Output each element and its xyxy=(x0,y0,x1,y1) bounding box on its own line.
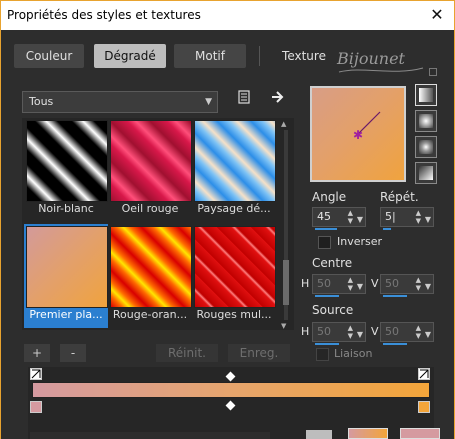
category-dropdown[interactable]: Tous ▼ xyxy=(22,91,218,113)
add-gradient-button[interactable]: + xyxy=(24,344,50,362)
source-h-field[interactable]: 50 ▲ ▼ ▼ xyxy=(312,322,366,345)
gradient-swatch xyxy=(26,226,108,308)
link-checkbox[interactable] xyxy=(316,348,329,361)
invert-checkbox[interactable] xyxy=(318,236,331,249)
svg-text:Bijounet: Bijounet xyxy=(336,49,406,68)
invert-label: Inverser xyxy=(337,235,383,248)
signature-watermark: Bijounet xyxy=(333,40,429,80)
rectangular-style-button[interactable] xyxy=(415,110,437,132)
gradient-swatch xyxy=(194,226,276,308)
chevron-down-icon[interactable]: ▼ xyxy=(425,278,431,296)
center-v-label: V xyxy=(371,277,379,290)
gradient-label: Paysage dé... xyxy=(197,202,271,215)
angle-label: Angle xyxy=(312,190,347,204)
source-label: Source xyxy=(312,303,354,317)
gradient-item[interactable]: Noir-blanc xyxy=(24,120,108,224)
opacity-stop-right[interactable] xyxy=(418,368,430,380)
spin-arrows-icon[interactable]: ▲ ▼ xyxy=(348,209,353,225)
gradient-item[interactable]: Paysage dé... xyxy=(192,120,276,224)
gradient-label: Rouge-oran... xyxy=(112,308,188,321)
source-v-field[interactable]: 50 ▲ ▼ ▼ xyxy=(380,322,434,345)
gradient-swatch xyxy=(194,120,276,202)
gradient-label: Rouges mul... xyxy=(196,308,272,321)
center-label: Centre xyxy=(312,256,353,270)
category-value: Tous xyxy=(29,95,54,108)
signature-small-box xyxy=(429,68,437,76)
tab-texture[interactable]: Texture xyxy=(272,44,336,68)
gallery-scrollbar[interactable]: ▲ ▼ xyxy=(281,120,291,330)
repeat-field[interactable]: 5| ▲ ▼ ▼ xyxy=(380,207,434,230)
gradient-swatch xyxy=(110,120,192,202)
spin-arrows-icon[interactable]: ▲ ▼ xyxy=(348,324,353,340)
source-v-slider[interactable] xyxy=(383,343,407,345)
swap-swatch[interactable] xyxy=(306,430,332,439)
chevron-down-icon[interactable]: ▼ xyxy=(425,211,431,229)
gradient-preview[interactable]: ✱ xyxy=(310,86,406,182)
gradient-item[interactable]: Rouge-oran... xyxy=(108,224,192,328)
bottom-controls-partial xyxy=(30,432,270,439)
remove-gradient-button[interactable]: - xyxy=(60,344,86,362)
gradient-item-selected[interactable]: Premier pla... xyxy=(24,224,108,328)
opacity-stop-left[interactable] xyxy=(30,368,42,380)
sunburst-style-button[interactable] xyxy=(415,136,437,158)
gradient-bar[interactable] xyxy=(32,382,430,398)
gradient-item[interactable]: Oeil rouge xyxy=(108,120,192,224)
chevron-down-icon[interactable]: ▼ xyxy=(425,326,431,344)
tab-divider xyxy=(259,46,260,66)
svg-text:✱: ✱ xyxy=(353,128,363,142)
scroll-down-icon[interactable]: ▼ xyxy=(281,322,286,330)
source-h-value: 50 xyxy=(317,325,331,338)
scroll-up-icon[interactable]: ▲ xyxy=(281,120,286,128)
source-h-label: H xyxy=(301,325,310,338)
chevron-down-icon[interactable]: ▼ xyxy=(357,326,363,344)
center-h-label: H xyxy=(301,277,310,290)
arrow-right-icon[interactable] xyxy=(268,90,288,110)
gradient-swatch xyxy=(26,120,108,202)
gradient-label: Oeil rouge xyxy=(121,202,179,215)
angle-field[interactable]: 45 ▲ ▼ ▼ xyxy=(312,207,366,230)
angle-slider[interactable] xyxy=(315,228,337,230)
gradient-item[interactable]: Rouges mul... xyxy=(192,224,276,328)
spin-arrows-icon[interactable]: ▲ ▼ xyxy=(416,276,421,292)
title-bar: Propriétés des styles et textures ✕ xyxy=(0,0,455,30)
gradient-swatch xyxy=(110,226,192,308)
link-label: Liaison xyxy=(334,347,373,360)
center-v-field[interactable]: 50 ▲ ▼ ▼ xyxy=(380,274,434,297)
tab-color[interactable]: Couleur xyxy=(14,44,84,68)
angle-value: 45 xyxy=(317,210,331,223)
tab-gradient[interactable]: Dégradé xyxy=(94,44,166,68)
center-h-value: 50 xyxy=(317,277,331,290)
tab-pattern[interactable]: Motif xyxy=(174,44,246,68)
chevron-down-icon[interactable]: ▼ xyxy=(357,211,363,229)
spin-arrows-icon[interactable]: ▲ ▼ xyxy=(416,209,421,225)
chevron-down-icon[interactable]: ▼ xyxy=(357,278,363,296)
close-icon[interactable]: ✕ xyxy=(426,5,448,25)
gradient-label: Noir-blanc xyxy=(38,202,94,215)
resource-manager-icon[interactable] xyxy=(234,90,254,110)
repeat-slider[interactable] xyxy=(383,228,391,230)
window-title: Propriétés des styles et textures xyxy=(7,8,201,22)
save-button[interactable]: Enreg. xyxy=(228,344,290,362)
scroll-thumb[interactable] xyxy=(283,260,289,305)
center-h-slider[interactable] xyxy=(315,295,339,297)
repeat-label: Répét. xyxy=(380,190,419,204)
spin-arrows-icon[interactable]: ▲ ▼ xyxy=(348,276,353,292)
linear-style-button[interactable] xyxy=(415,84,437,106)
source-h-slider[interactable] xyxy=(315,343,339,345)
gradient-label: Premier pla... xyxy=(29,308,103,321)
radial-style-button[interactable] xyxy=(415,162,437,184)
source-v-value: 50 xyxy=(385,325,399,338)
source-v-label: V xyxy=(371,325,379,338)
background-swatch[interactable] xyxy=(400,428,440,439)
foreground-swatch[interactable] xyxy=(348,428,388,439)
center-v-slider[interactable] xyxy=(383,295,407,297)
spin-arrows-icon[interactable]: ▲ ▼ xyxy=(416,324,421,340)
chevron-down-icon: ▼ xyxy=(205,97,212,107)
center-h-field[interactable]: 50 ▲ ▼ ▼ xyxy=(312,274,366,297)
color-stop-right[interactable] xyxy=(418,401,430,413)
color-stop-left[interactable] xyxy=(30,401,42,413)
center-v-value: 50 xyxy=(385,277,399,290)
reset-button[interactable]: Réinit. xyxy=(156,344,218,362)
repeat-value: 5 xyxy=(385,210,392,223)
